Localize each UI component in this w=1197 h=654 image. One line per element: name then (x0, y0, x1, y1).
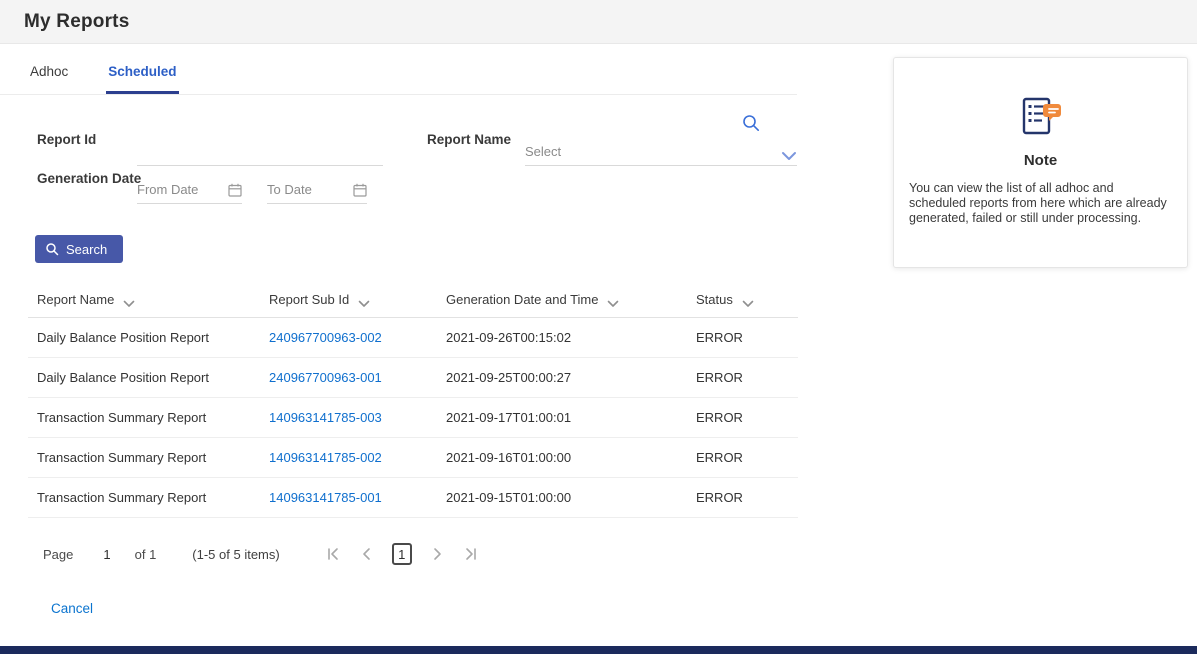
sort-icon[interactable] (607, 296, 619, 304)
column-header-generation-date[interactable]: Generation Date and Time (446, 292, 696, 307)
report-id-input[interactable] (137, 135, 383, 166)
from-date-input[interactable]: From Date (137, 173, 242, 204)
status-cell: ERROR (696, 370, 798, 385)
report-table-body: Daily Balance Position Report 2409677009… (28, 318, 798, 518)
page-number-value: 1 (103, 547, 110, 562)
search-button[interactable]: Search (35, 235, 123, 263)
report-id-label: Report Id (37, 132, 96, 147)
filter-search-icon[interactable] (741, 113, 761, 133)
column-header-report-sub-id[interactable]: Report Sub Id (269, 292, 446, 307)
cancel-link[interactable]: Cancel (51, 601, 93, 616)
table-row: Daily Balance Position Report 2409677009… (28, 318, 798, 358)
to-date-placeholder: To Date (267, 182, 312, 197)
page-header: My Reports (0, 0, 1197, 44)
generation-date-cell: 2021-09-25T00:00:27 (446, 370, 696, 385)
note-title: Note (909, 152, 1172, 169)
from-date-placeholder: From Date (137, 182, 198, 197)
report-sub-id-link[interactable]: 140963141785-001 (269, 490, 382, 505)
sort-icon[interactable] (358, 296, 370, 304)
footer-bar (0, 646, 1197, 654)
tab-bar: Adhoc Scheduled (0, 44, 797, 95)
calendar-icon[interactable] (228, 183, 242, 197)
page-of-label: of 1 (135, 547, 157, 562)
generation-date-label: Generation Date (37, 171, 141, 186)
filter-panel: Report Id Report Name Select Generation … (0, 95, 797, 221)
to-date-input[interactable]: To Date (267, 173, 367, 204)
note-list-icon (909, 96, 1172, 138)
table-row: Transaction Summary Report 140963141785-… (28, 398, 798, 438)
page-label: Page (43, 547, 73, 562)
status-cell: ERROR (696, 450, 798, 465)
report-name-cell: Transaction Summary Report (28, 490, 269, 505)
table-row: Transaction Summary Report 140963141785-… (28, 438, 798, 478)
column-header-report-name[interactable]: Report Name (28, 292, 269, 307)
pagination-controls: 1 (326, 543, 478, 565)
report-name-label: Report Name (427, 132, 511, 147)
tab-adhoc[interactable]: Adhoc (28, 58, 70, 94)
status-cell: ERROR (696, 330, 798, 345)
calendar-icon[interactable] (353, 183, 367, 197)
table-row: Transaction Summary Report 140963141785-… (28, 478, 798, 518)
search-icon (45, 242, 59, 256)
report-name-select-value: Select (525, 144, 561, 159)
report-sub-id-link[interactable]: 140963141785-002 (269, 450, 382, 465)
page-title: My Reports (24, 11, 129, 33)
main-content: Adhoc Scheduled Report Id Report Name Se… (0, 44, 810, 618)
reports-table: Report Name Report Sub Id Generation Dat… (28, 282, 798, 518)
table-row: Daily Balance Position Report 2409677009… (28, 358, 798, 398)
items-count-label: (1-5 of 5 items) (192, 547, 279, 562)
column-header-status[interactable]: Status (696, 292, 798, 307)
pagination: Page 1 of 1 (1-5 of 5 items) 1 (43, 543, 810, 565)
next-page-icon[interactable] (429, 547, 445, 561)
generation-date-cell: 2021-09-16T01:00:00 (446, 450, 696, 465)
report-name-cell: Daily Balance Position Report (28, 330, 269, 345)
generation-date-cell: 2021-09-17T01:00:01 (446, 410, 696, 425)
sort-icon[interactable] (742, 296, 754, 304)
report-name-cell: Transaction Summary Report (28, 450, 269, 465)
note-body: You can view the list of all adhoc and s… (909, 181, 1172, 225)
generation-date-cell: 2021-09-15T01:00:00 (446, 490, 696, 505)
last-page-icon[interactable] (462, 547, 478, 561)
tab-scheduled[interactable]: Scheduled (106, 58, 178, 94)
current-page-button[interactable]: 1 (392, 543, 412, 565)
sort-icon[interactable] (123, 296, 135, 304)
note-card: Note You can view the list of all adhoc … (893, 57, 1188, 268)
search-button-label: Search (66, 242, 107, 257)
first-page-icon[interactable] (326, 547, 342, 561)
report-sub-id-link[interactable]: 240967700963-002 (269, 330, 382, 345)
report-name-cell: Transaction Summary Report (28, 410, 269, 425)
table-header-row: Report Name Report Sub Id Generation Dat… (28, 282, 798, 318)
report-sub-id-link[interactable]: 240967700963-001 (269, 370, 382, 385)
status-cell: ERROR (696, 410, 798, 425)
status-cell: ERROR (696, 490, 798, 505)
previous-page-icon[interactable] (359, 547, 375, 561)
report-sub-id-link[interactable]: 140963141785-003 (269, 410, 382, 425)
report-name-cell: Daily Balance Position Report (28, 370, 269, 385)
generation-date-cell: 2021-09-26T00:15:02 (446, 330, 696, 345)
report-name-select[interactable]: Select (525, 135, 797, 166)
chevron-down-icon (781, 149, 797, 159)
